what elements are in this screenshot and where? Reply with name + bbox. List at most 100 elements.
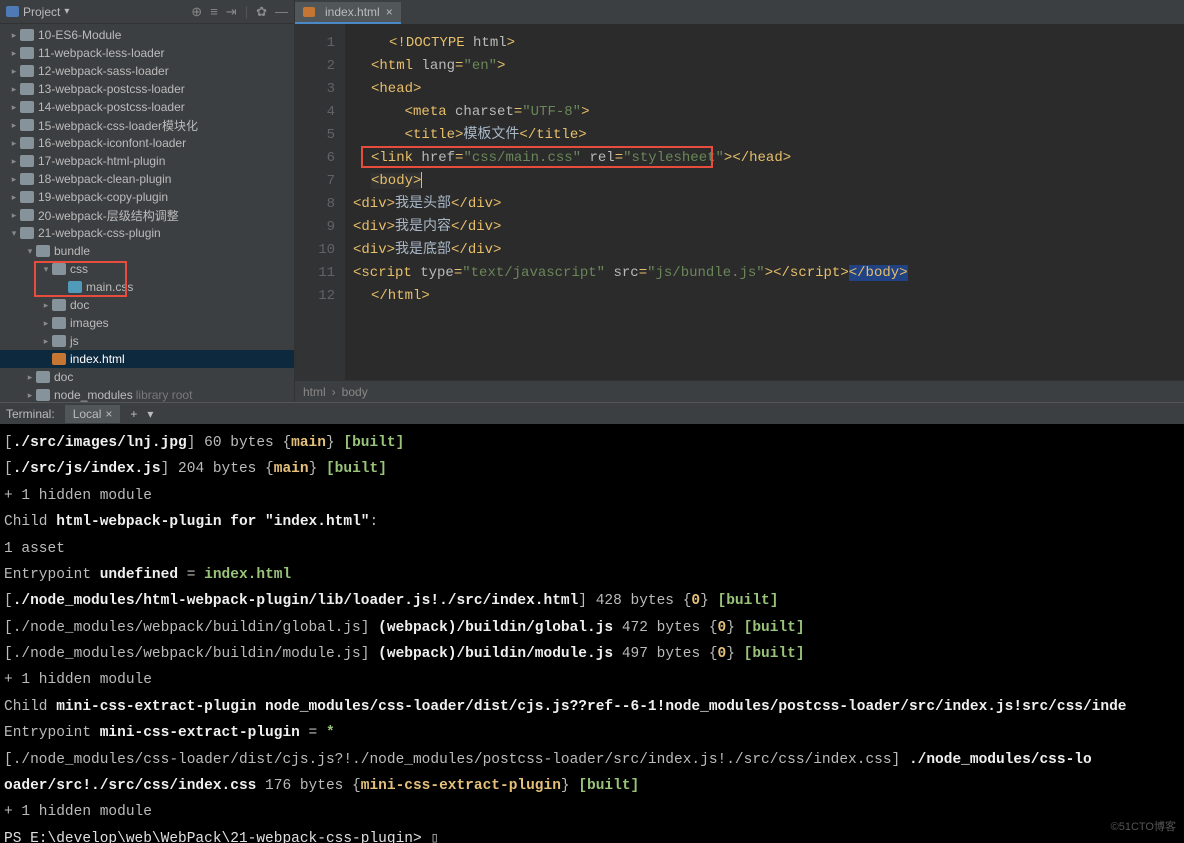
expand-toggle[interactable]: ▸	[8, 192, 20, 203]
tree-item-label: 11-webpack-less-loader	[38, 46, 165, 60]
tree-folder[interactable]: ▸ 19-webpack-copy-plugin	[0, 188, 294, 206]
collapse-icon[interactable]: ⇥	[226, 4, 237, 20]
expand-icon[interactable]: ≡	[210, 4, 218, 20]
tab-filename: index.html	[325, 5, 380, 19]
expand-toggle[interactable]: ▸	[8, 120, 20, 131]
code-line[interactable]: <script type="text/javascript" src="js/b…	[353, 262, 1184, 285]
code-line[interactable]: <link href="css/main.css" rel="styleshee…	[353, 147, 1184, 170]
code-line[interactable]: <div>我是头部</div>	[353, 193, 1184, 216]
code-line[interactable]: <body>	[353, 170, 1184, 193]
line-number: 11	[295, 262, 335, 285]
tree-file[interactable]: index.html	[0, 350, 294, 368]
tree-item-label: 15-webpack-css-loader模块化	[38, 117, 198, 134]
tree-folder[interactable]: ▸node_moduleslibrary root	[0, 386, 294, 402]
tree-folder[interactable]: ▸14-webpack-postcss-loader	[0, 98, 294, 116]
expand-toggle[interactable]: ▸	[8, 102, 20, 113]
expand-toggle[interactable]: ▸	[8, 138, 20, 149]
terminal-line: Entrypoint mini-css-extract-plugin = *	[4, 720, 1184, 746]
tree-item-label: 19-webpack-copy-plugin	[38, 190, 168, 204]
tree-folder[interactable]: ▸18-webpack-clean-plugin	[0, 170, 294, 188]
code-line[interactable]: <head>	[353, 78, 1184, 101]
line-number: 5	[295, 124, 335, 147]
tree-folder[interactable]: ▸10-ES6-Module	[0, 26, 294, 44]
tree-folder[interactable]: ▸17-webpack-html-plugin	[0, 152, 294, 170]
html-file-icon	[303, 7, 315, 17]
divider: |	[245, 4, 248, 20]
expand-toggle[interactable]: ▾	[40, 264, 52, 275]
breadcrumb-item[interactable]: body	[342, 385, 368, 399]
tree-folder[interactable]: ▸13-webpack-postcss-loader	[0, 80, 294, 98]
terminal-tab-name: Local	[73, 407, 102, 421]
expand-toggle[interactable]: ▸	[40, 318, 52, 329]
terminal-menu-icon[interactable]: ▾	[147, 407, 153, 421]
project-tree[interactable]: ▸10-ES6-Module▸11-webpack-less-loader▸12…	[0, 24, 294, 402]
folder-icon	[52, 299, 66, 311]
tree-item-label: main.css	[86, 280, 133, 294]
tree-folder[interactable]: ▾bundle	[0, 242, 294, 260]
code-line[interactable]: <!DOCTYPE html>	[353, 32, 1184, 55]
code-line[interactable]: <div>我是底部</div>	[353, 239, 1184, 262]
tree-folder[interactable]: ▸ 15-webpack-css-loader模块化	[0, 116, 294, 134]
expand-toggle[interactable]: ▸	[8, 48, 20, 59]
terminal-tab[interactable]: Local ×	[65, 405, 121, 423]
code-line[interactable]: <html lang="en">	[353, 55, 1184, 78]
tree-item-label: js	[70, 334, 79, 348]
tree-folder[interactable]: ▸ doc	[0, 296, 294, 314]
expand-toggle[interactable]: ▾	[24, 246, 36, 257]
tree-folder[interactable]: ▾css	[0, 260, 294, 278]
line-number: 9	[295, 216, 335, 239]
tree-folder[interactable]: ▸16-webpack-iconfont-loader	[0, 134, 294, 152]
terminal-label: Terminal:	[6, 407, 55, 421]
expand-toggle[interactable]: ▾	[8, 228, 20, 239]
tree-folder[interactable]: ▸12-webpack-sass-loader	[0, 62, 294, 80]
terminal-output[interactable]: [./src/images/lnj.jpg] 60 bytes {main} […	[0, 424, 1184, 843]
tree-folder[interactable]: ▸doc	[0, 368, 294, 386]
folder-icon	[52, 317, 66, 329]
chevron-down-icon: ▾	[64, 6, 69, 17]
code-line[interactable]: </html>	[353, 285, 1184, 308]
expand-toggle[interactable]: ▸	[24, 372, 36, 383]
terminal-line: Child html-webpack-plugin for "index.htm…	[4, 509, 1184, 535]
expand-toggle[interactable]: ▸	[8, 210, 20, 221]
expand-toggle[interactable]: ▸	[24, 390, 36, 401]
line-number: 6	[295, 147, 335, 170]
code-line[interactable]: <meta charset="UTF-8">	[353, 101, 1184, 124]
expand-toggle[interactable]: ▸	[8, 84, 20, 95]
expand-toggle[interactable]: ▸	[40, 336, 52, 347]
tree-item-label: node_modules	[54, 388, 133, 402]
editor-tab[interactable]: index.html ×	[295, 2, 401, 24]
gear-icon[interactable]: ✿	[256, 4, 267, 20]
tree-item-label: doc	[70, 298, 89, 312]
add-terminal-button[interactable]: +	[130, 407, 137, 421]
expand-toggle[interactable]: ▸	[8, 174, 20, 185]
sidebar-toolbar: ⊕ ≡ ⇥ | ✿ —	[191, 4, 288, 20]
expand-toggle[interactable]: ▸	[8, 156, 20, 167]
code-content[interactable]: <!DOCTYPE html><html lang="en"><head> <m…	[345, 24, 1184, 380]
breadcrumb[interactable]: html › body	[295, 380, 1184, 402]
code-editor[interactable]: 123456789101112 <!DOCTYPE html><html lan…	[295, 24, 1184, 380]
code-line[interactable]: <title>模板文件</title>	[353, 124, 1184, 147]
tree-folder[interactable]: ▸ js	[0, 332, 294, 350]
tree-folder[interactable]: ▾21-webpack-css-plugin	[0, 224, 294, 242]
tree-folder[interactable]: ▸ 20-webpack-层级结构调整	[0, 206, 294, 224]
hide-icon[interactable]: —	[275, 4, 288, 20]
line-number: 12	[295, 285, 335, 308]
expand-toggle[interactable]: ▸	[8, 30, 20, 41]
tree-file[interactable]: main.css	[0, 278, 294, 296]
folder-icon	[20, 173, 34, 185]
close-icon[interactable]: ×	[105, 407, 112, 421]
expand-toggle[interactable]: ▸	[40, 300, 52, 311]
breadcrumb-item[interactable]: html	[303, 385, 326, 399]
close-icon[interactable]: ×	[386, 5, 393, 19]
code-line[interactable]: <div>我是内容</div>	[353, 216, 1184, 239]
expand-toggle[interactable]: ▸	[8, 66, 20, 77]
folder-icon	[20, 119, 34, 131]
locate-icon[interactable]: ⊕	[191, 4, 202, 20]
terminal-line: [./node_modules/css-loader/dist/cjs.js?!…	[4, 747, 1184, 773]
sidebar-title[interactable]: Project ▾	[6, 5, 69, 19]
folder-icon	[20, 191, 34, 203]
tree-folder[interactable]: ▸ 11-webpack-less-loader	[0, 44, 294, 62]
folder-icon	[20, 227, 34, 239]
tree-folder[interactable]: ▸images	[0, 314, 294, 332]
tree-item-label: 20-webpack-层级结构调整	[38, 207, 179, 224]
